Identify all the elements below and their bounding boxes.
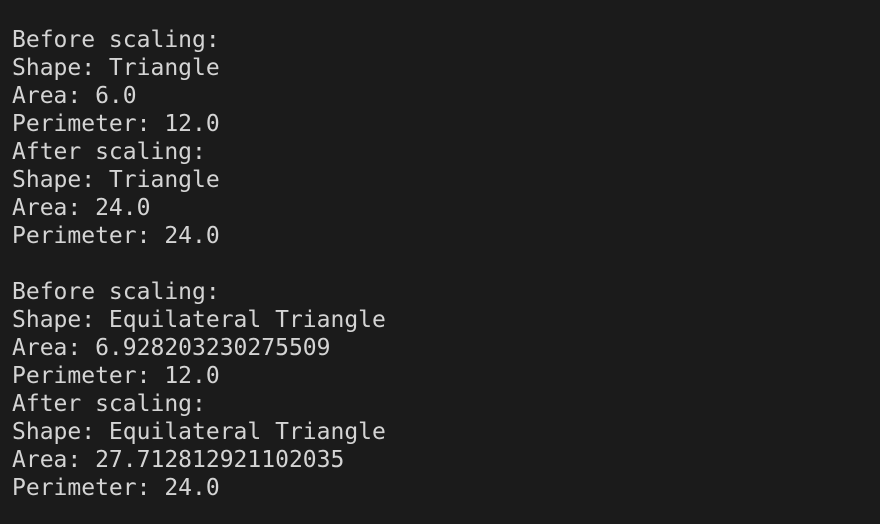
after-scaling-label: After scaling: — [12, 139, 206, 165]
shape-line: Shape: Triangle — [12, 55, 220, 81]
area-line: Area: 6.928203230275509 — [12, 335, 331, 361]
perimeter-line: Perimeter: 12.0 — [12, 363, 220, 389]
before-scaling-label: Before scaling: — [12, 279, 220, 305]
after-scaling-label: After scaling: — [12, 391, 206, 417]
before-scaling-label: Before scaling: — [12, 27, 220, 53]
shape-line: Shape: Triangle — [12, 167, 220, 193]
output-block-2: Before scaling: Shape: Equilateral Trian… — [12, 278, 880, 502]
area-line: Area: 24.0 — [12, 195, 151, 221]
perimeter-line: Perimeter: 24.0 — [12, 475, 220, 501]
shape-line: Shape: Equilateral Triangle — [12, 307, 386, 333]
area-line: Area: 27.712812921102035 — [12, 447, 345, 473]
output-block-1: Before scaling: Shape: Triangle Area: 6.… — [12, 26, 880, 250]
shape-line: Shape: Equilateral Triangle — [12, 419, 386, 445]
perimeter-line: Perimeter: 12.0 — [12, 111, 220, 137]
terminal-output[interactable]: Before scaling: Shape: Triangle Area: 6.… — [0, 0, 880, 524]
perimeter-line: Perimeter: 24.0 — [12, 223, 220, 249]
area-line: Area: 6.0 — [12, 83, 137, 109]
